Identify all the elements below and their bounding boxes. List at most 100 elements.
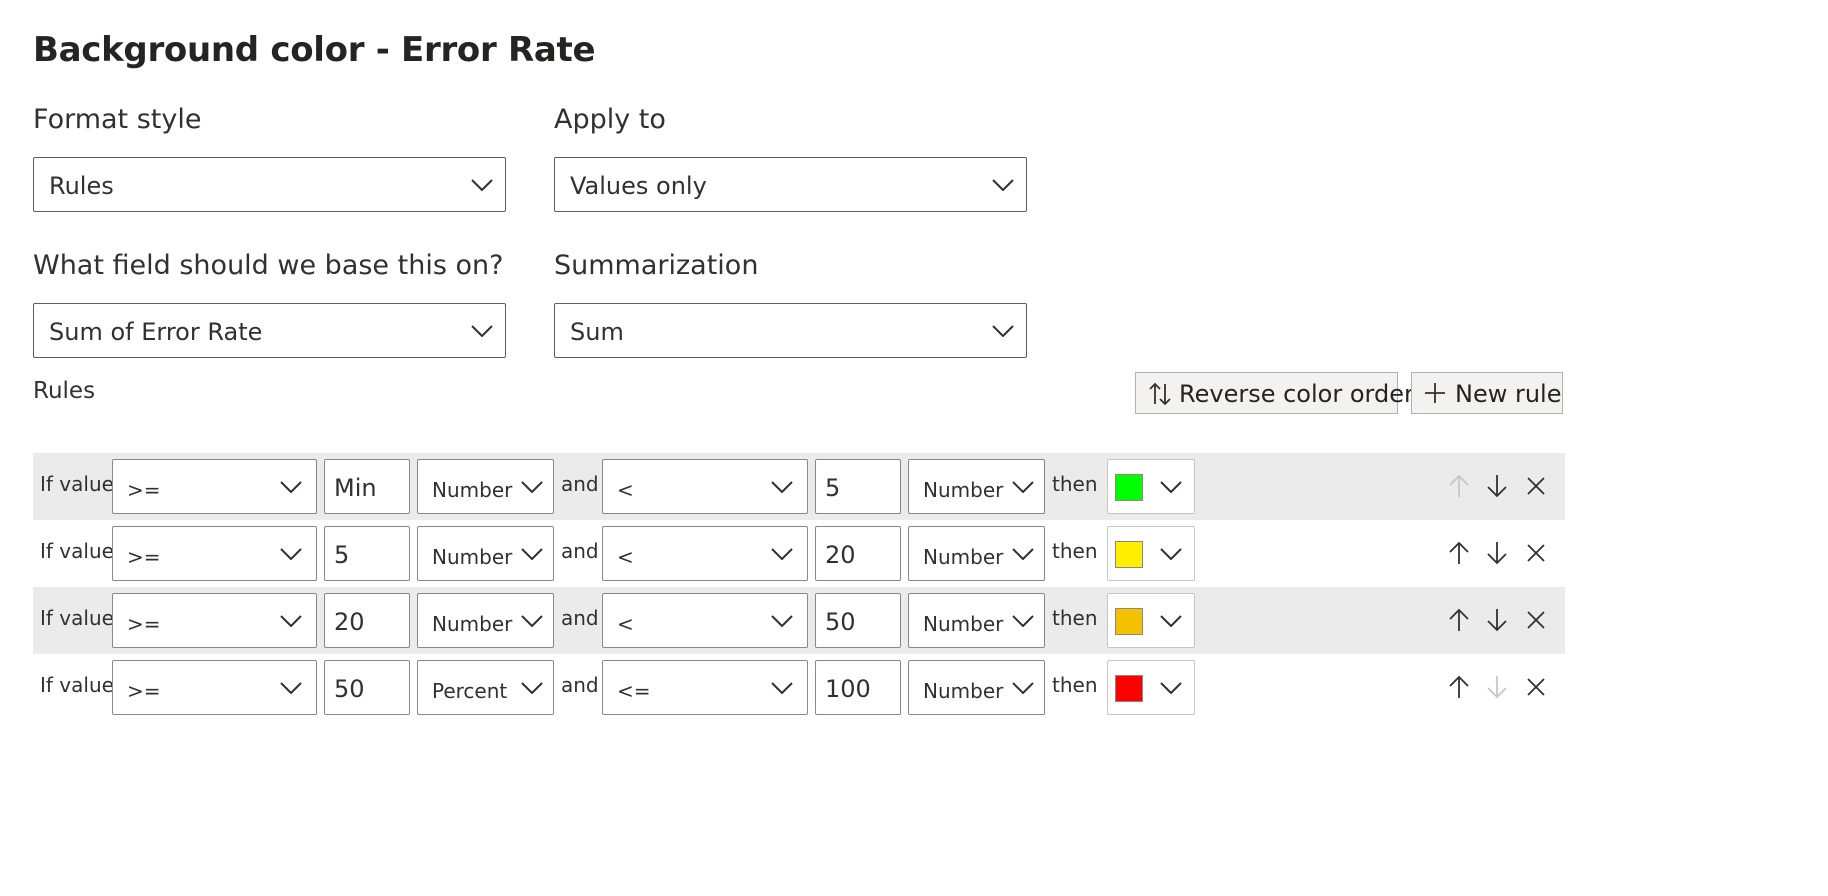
operator-2-dropdown[interactable]: <= xyxy=(602,660,808,715)
type-1-value: Number xyxy=(432,478,513,502)
chevron-down-icon xyxy=(1160,548,1182,560)
color-swatch xyxy=(1115,541,1143,568)
chevron-down-icon xyxy=(1160,615,1182,627)
type-1-dropdown[interactable]: Percent xyxy=(417,660,554,715)
type-1-value: Percent xyxy=(432,679,508,703)
chevron-down-icon xyxy=(1012,615,1034,627)
value-1-input[interactable]: 20 xyxy=(324,593,410,648)
color-picker[interactable] xyxy=(1107,660,1195,715)
apply-to-dropdown[interactable]: Values only xyxy=(554,157,1027,212)
chevron-down-icon xyxy=(1012,481,1034,493)
type-2-dropdown[interactable]: Number xyxy=(908,526,1045,581)
arrow-up-icon[interactable] xyxy=(1447,608,1471,632)
chevron-down-icon xyxy=(280,615,302,627)
and-label: and xyxy=(561,673,599,697)
color-picker[interactable] xyxy=(1107,593,1195,648)
arrow-down-icon[interactable] xyxy=(1485,608,1509,632)
close-icon[interactable] xyxy=(1524,541,1548,565)
then-label: then xyxy=(1052,472,1098,496)
type-2-dropdown[interactable]: Number xyxy=(908,593,1045,648)
reverse-color-order-button[interactable]: Reverse color order xyxy=(1135,372,1414,414)
value-1-text: 50 xyxy=(334,675,365,703)
chevron-down-icon xyxy=(771,615,793,627)
value-2-input[interactable]: 5 xyxy=(815,459,901,514)
chevron-down-icon xyxy=(992,325,1014,337)
operator-1-dropdown[interactable]: >= xyxy=(112,459,317,514)
new-rule-label: New rule xyxy=(1455,380,1562,408)
type-2-dropdown[interactable]: Number xyxy=(908,459,1045,514)
value-2-input[interactable]: 50 xyxy=(815,593,901,648)
operator-2-value: < xyxy=(617,612,634,636)
value-2-input[interactable]: 100 xyxy=(815,660,901,715)
summarization-value: Sum xyxy=(570,318,624,346)
format-style-value: Rules xyxy=(49,172,114,200)
type-2-dropdown[interactable]: Number xyxy=(908,660,1045,715)
rule-row: If value >= 20 Number and < 50 Number th… xyxy=(33,587,1565,654)
if-value-label: If value xyxy=(40,673,114,697)
chevron-down-icon xyxy=(1160,682,1182,694)
value-1-text: 5 xyxy=(334,541,350,569)
chevron-down-icon xyxy=(1012,548,1034,560)
color-picker[interactable] xyxy=(1107,459,1195,514)
close-icon[interactable] xyxy=(1524,675,1548,699)
base-field-label: What field should we base this on? xyxy=(33,250,504,281)
type-2-value: Number xyxy=(923,478,1004,502)
close-icon[interactable] xyxy=(1524,608,1548,632)
type-1-dropdown[interactable]: Number xyxy=(417,459,554,514)
arrow-up-icon[interactable] xyxy=(1447,541,1471,565)
operator-1-dropdown[interactable]: >= xyxy=(112,660,317,715)
apply-to-label: Apply to xyxy=(554,104,666,135)
type-1-dropdown[interactable]: Number xyxy=(417,593,554,648)
color-swatch xyxy=(1115,608,1143,635)
if-value-label: If value xyxy=(40,539,114,563)
chevron-down-icon xyxy=(771,481,793,493)
arrow-down-icon[interactable] xyxy=(1485,474,1509,498)
value-2-text: 50 xyxy=(825,608,856,636)
color-picker[interactable] xyxy=(1107,526,1195,581)
arrow-up-icon[interactable] xyxy=(1447,474,1471,498)
format-style-dropdown[interactable]: Rules xyxy=(33,157,506,212)
summarization-label: Summarization xyxy=(554,250,759,281)
then-label: then xyxy=(1052,539,1098,563)
value-2-text: 100 xyxy=(825,675,871,703)
operator-1-dropdown[interactable]: >= xyxy=(112,593,317,648)
chevron-down-icon xyxy=(992,179,1014,191)
value-2-input[interactable]: 20 xyxy=(815,526,901,581)
color-swatch xyxy=(1115,474,1143,501)
rule-row: If value >= 5 Number and < 20 Number the… xyxy=(33,520,1565,587)
type-2-value: Number xyxy=(923,679,1004,703)
summarization-dropdown[interactable]: Sum xyxy=(554,303,1027,358)
value-1-input[interactable]: 50 xyxy=(324,660,410,715)
value-2-text: 5 xyxy=(825,474,841,502)
operator-2-value: <= xyxy=(617,679,651,703)
arrow-up-icon[interactable] xyxy=(1447,675,1471,699)
chevron-down-icon xyxy=(521,682,543,694)
value-1-input[interactable]: Min xyxy=(324,459,410,514)
operator-2-dropdown[interactable]: < xyxy=(602,526,808,581)
base-field-dropdown[interactable]: Sum of Error Rate xyxy=(33,303,506,358)
then-label: then xyxy=(1052,606,1098,630)
type-1-dropdown[interactable]: Number xyxy=(417,526,554,581)
operator-2-value: < xyxy=(617,545,634,569)
arrow-down-icon[interactable] xyxy=(1485,675,1509,699)
chevron-down-icon xyxy=(471,179,493,191)
value-1-input[interactable]: 5 xyxy=(324,526,410,581)
arrow-down-icon[interactable] xyxy=(1485,541,1509,565)
operator-2-dropdown[interactable]: < xyxy=(602,593,808,648)
operator-1-dropdown[interactable]: >= xyxy=(112,526,317,581)
close-icon[interactable] xyxy=(1524,474,1548,498)
chevron-down-icon xyxy=(1012,682,1034,694)
chevron-down-icon xyxy=(521,481,543,493)
rule-row: If value >= Min Number and < 5 Number th… xyxy=(33,453,1565,520)
plus-icon xyxy=(1425,383,1445,403)
operator-2-dropdown[interactable]: < xyxy=(602,459,808,514)
chevron-down-icon xyxy=(1160,481,1182,493)
value-1-text: 20 xyxy=(334,608,365,636)
new-rule-button[interactable]: New rule xyxy=(1411,372,1563,414)
chevron-down-icon xyxy=(771,548,793,560)
color-swatch xyxy=(1115,675,1143,702)
value-2-text: 20 xyxy=(825,541,856,569)
if-value-label: If value xyxy=(40,606,114,630)
type-2-value: Number xyxy=(923,612,1004,636)
chevron-down-icon xyxy=(280,548,302,560)
